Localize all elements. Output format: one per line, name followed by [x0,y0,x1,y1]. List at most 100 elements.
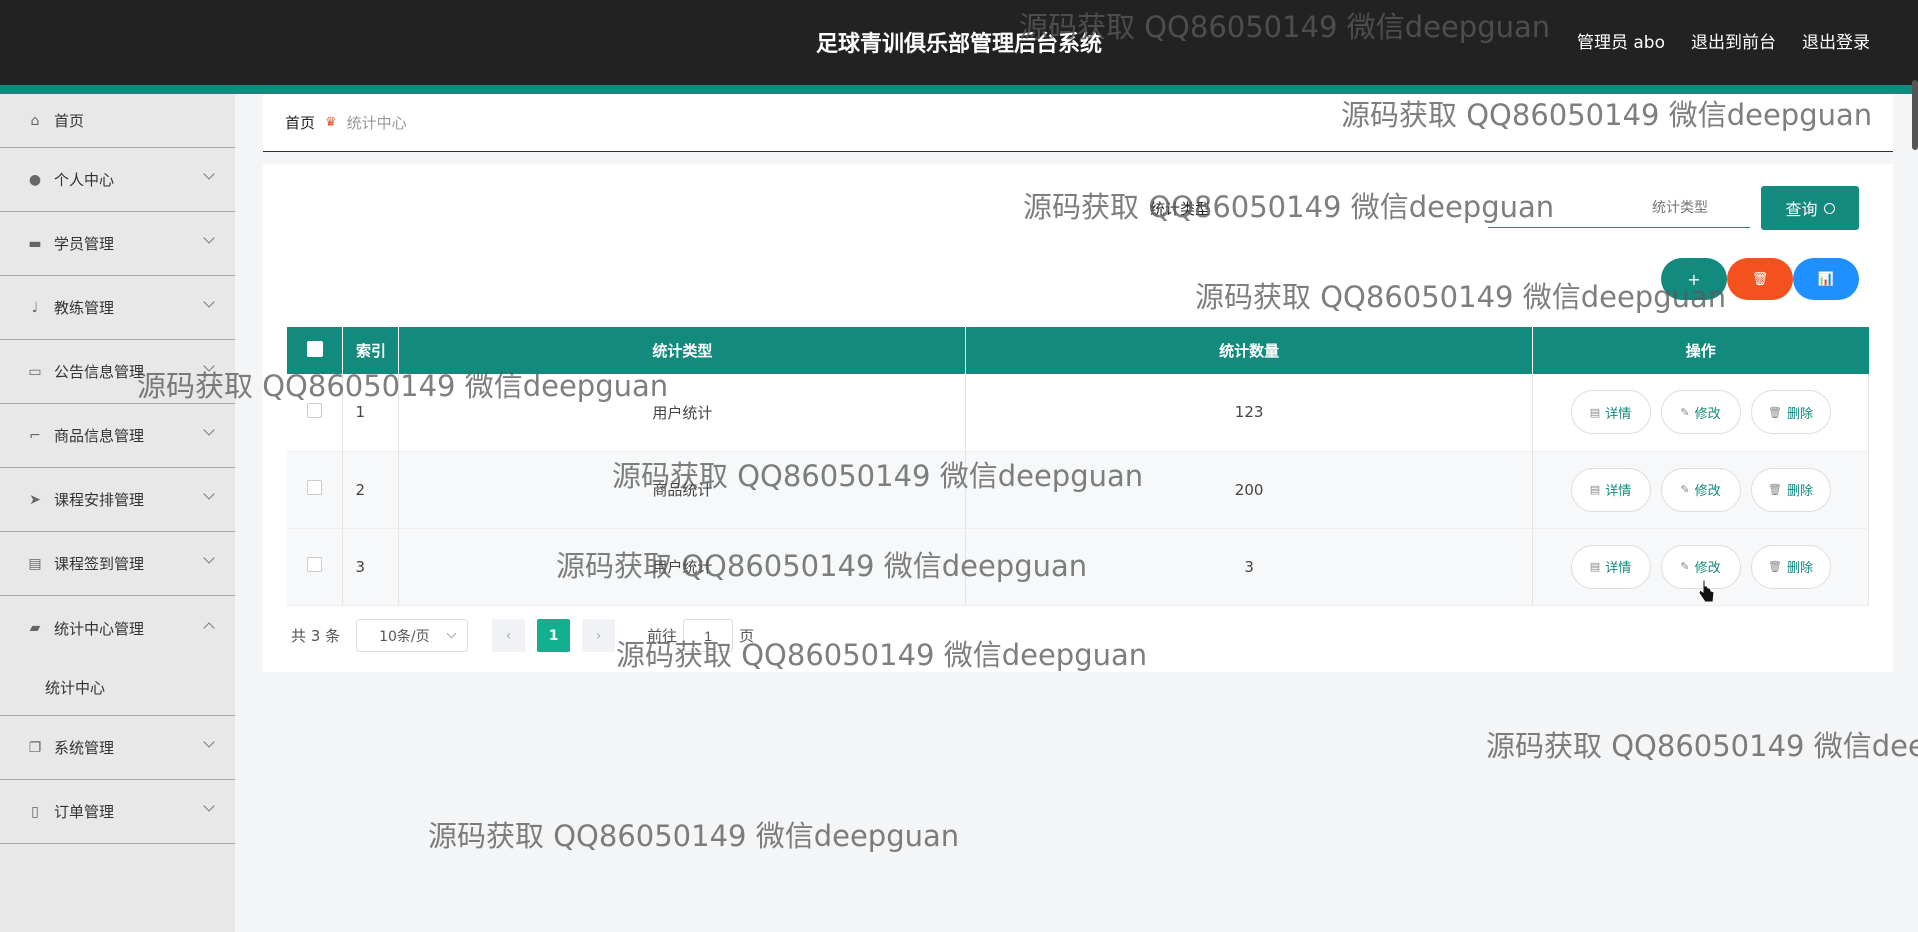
row-count: 123 [965,374,1533,452]
table-header-row: 索引 统计类型 统计数量 操作 [287,327,1869,374]
document-icon: ▤ [1589,483,1601,496]
delete-label: 删除 [1786,406,1813,422]
row-count: 200 [965,451,1533,529]
detail-label: 详情 [1605,406,1632,422]
header-count: 统计数量 [965,327,1533,374]
sidebar-item-coaches[interactable]: ♩ 教练管理 [0,276,235,340]
detail-label: 详情 [1605,561,1632,576]
sidebar-item-label: 公告信息管理 [54,363,145,381]
sidebar-item-label: 教练管理 [54,299,115,317]
next-page-button[interactable]: › [582,619,616,652]
edit-button[interactable]: ✎ 修改 [1660,467,1741,512]
pagination-total: 共 3 条 [291,627,341,645]
phone-icon: ▯ [31,803,39,820]
back-to-frontend-link[interactable]: 退出到前台 [1691,28,1776,53]
detail-button[interactable]: ▤ 详情 [1570,467,1651,512]
briefcase-icon: ▬ [28,235,42,252]
sidebar-item-orders[interactable]: ▯ 订单管理 [0,780,235,844]
sidebar-item-system[interactable]: ❐ 系统管理 [0,716,235,780]
sidebar-item-label: 学员管理 [54,235,115,253]
user-icon: ● [28,171,42,188]
chevron-right-icon: › [595,627,602,644]
chevron-down-icon [203,232,215,244]
sidebar-item-label: 商品信息管理 [54,427,145,445]
edit-label: 修改 [1694,484,1721,499]
header-links: 管理员 abo 退出到前台 退出登录 [1577,28,1870,53]
delete-label: 删除 [1786,484,1813,499]
scrollbar-thumb[interactable] [1912,80,1918,150]
sidebar-item-course-schedule[interactable]: ➤ 课程安排管理 [0,468,235,532]
chevron-down-icon [203,800,215,812]
sidebar-item-course-checkin[interactable]: ▤ 课程签到管理 [0,532,235,596]
search-input[interactable] [1488,186,1750,228]
edit-button[interactable]: ✎ 修改 [1660,390,1741,435]
row-checkbox[interactable] [307,557,323,572]
header-actions: 操作 [1532,327,1869,374]
row-type: 商品统计 [398,451,967,529]
sidebar-item-label: 系统管理 [54,739,115,757]
home-icon: ⌂ [30,112,40,129]
sidebar-item-announcements[interactable]: ▭ 公告信息管理 [0,340,235,404]
header-type: 统计类型 [398,327,967,374]
chart-button[interactable]: 📊 [1793,258,1859,300]
pencil-icon: ✎ [1680,405,1690,419]
row-index: 1 [342,374,400,452]
delete-button[interactable]: 🗑 删除 [1750,390,1831,435]
trash-icon: 🗑 [1768,483,1782,496]
crop-icon: ⌐ [29,427,41,444]
sidebar-item-students[interactable]: ▬ 学员管理 [0,212,235,276]
chevron-left-icon: ‹ [505,627,512,644]
row-index: 2 [342,451,400,529]
chevron-down-icon [203,168,215,180]
detail-button[interactable]: ▤ 详情 [1570,390,1651,435]
row-checkbox[interactable] [307,480,323,495]
sidebar-item-personal-center[interactable]: ● 个人中心 [0,148,235,212]
microphone-icon: ♩ [31,299,39,316]
pencil-icon: ✎ [1680,560,1690,573]
goto-page-input[interactable] [683,619,734,652]
sidebar-item-home[interactable]: ⌂ 首页 [0,94,235,148]
hand-cursor-icon [1698,579,1715,603]
row-count: 3 [965,528,1533,606]
delete-label: 删除 [1786,561,1813,576]
watermark-text: 源码获取 QQ86050149 微信deepguan [428,819,960,853]
search-label: 统计类型 [1150,200,1211,218]
row-checkbox[interactable] [307,402,323,418]
logout-link[interactable]: 退出登录 [1802,28,1870,53]
breadcrumb-home[interactable]: 首页 [285,112,315,133]
sidebar-item-products[interactable]: ⌐ 商品信息管理 [0,404,235,468]
sidebar-subitem-statistics-center[interactable]: 统计中心 [0,660,235,716]
top-header: 足球青训俱乐部管理后台系统 管理员 abo 退出到前台 退出登录 [0,0,1918,85]
add-button[interactable]: + [1661,258,1727,300]
pencil-icon: ✎ [1680,483,1690,496]
table-row: 2 商品统计 200 ▤ 详情 ✎ 修改 🗑 删除 [287,451,1869,529]
table-row: 3 用户统计 3 ▤ 详情 ✎ 修改 🗑 删除 [287,528,1869,606]
detail-button[interactable]: ▤ 详情 [1570,544,1651,589]
page-size-select[interactable]: 10条/页 [356,619,469,652]
trash-icon: 🗑 [1768,560,1782,573]
delete-button[interactable]: 🗑 删除 [1750,467,1831,512]
row-index: 3 [342,528,400,606]
sidebar-item-label: 个人中心 [54,171,115,189]
select-all-checkbox[interactable] [306,340,323,357]
delete-button[interactable]: 🗑 删除 [1750,544,1831,589]
header-accent-bar [0,85,1918,94]
sidebar-item-statistics[interactable]: ▰ 统计中心管理 [0,596,235,660]
app-title: 足球青训俱乐部管理后台系统 [815,32,1102,57]
plus-icon: + [1687,269,1701,289]
chat-icon: ▭ [28,363,42,380]
chevron-down-icon [203,488,215,500]
chevron-down-icon [203,360,215,372]
chevron-down-icon [203,552,215,564]
edit-label: 修改 [1694,406,1721,422]
query-button[interactable]: 查询 [1761,186,1859,230]
table-row: 1 用户统计 123 ▤ 详情 ✎ 修改 🗑 删除 [287,374,1869,452]
batch-delete-button[interactable]: 🗑 [1727,258,1793,300]
sidebar-item-label: 统计中心管理 [54,619,145,638]
breadcrumb: 首页 ♛ 统计中心 [263,94,1893,152]
prev-page-button[interactable]: ‹ [492,619,526,652]
admin-user-link[interactable]: 管理员 abo [1577,28,1665,53]
sidebar-item-label: 首页 [54,112,85,130]
header-checkbox-cell [287,327,344,374]
page-number-active[interactable]: 1 [537,619,571,652]
